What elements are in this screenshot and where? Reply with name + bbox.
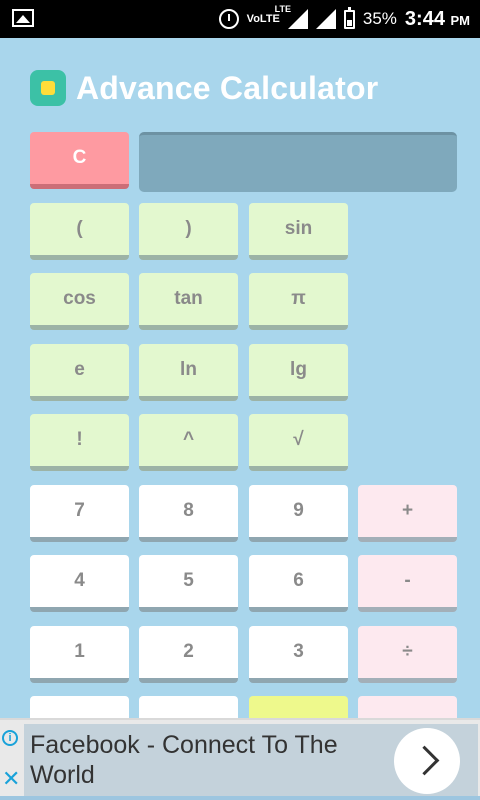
result-display [139,132,457,192]
digit-5-button[interactable]: 5 [139,555,238,612]
battery-icon [343,6,355,29]
clock: 3:44 PM [405,8,470,31]
lte-label: LTE [274,4,292,14]
app-header: Advance Calculator [30,70,378,106]
digit-8-button[interactable]: 8 [139,485,238,542]
power-button[interactable]: ^ [139,414,238,471]
status-bar: VoLTE LTE 35% 3:44 PM [0,0,480,38]
minus-button[interactable]: - [358,555,457,612]
gallery-notification-icon [12,9,34,27]
clock-time: 3:44 [404,7,445,30]
chevron-right-icon[interactable] [394,728,460,794]
cos-button[interactable]: cos [30,273,129,330]
volte-label: VoLTE [246,13,280,25]
digit-2-button[interactable]: 2 [139,626,238,683]
digit-7-button[interactable]: 7 [30,485,129,542]
volte-indicator: VoLTE LTE [246,4,291,25]
ad-info-icon[interactable]: i [2,730,18,746]
clock-ampm: PM [450,12,471,28]
alarm-icon [218,9,239,29]
clear-button[interactable]: C [30,132,129,189]
sin-button[interactable]: sin [249,203,348,260]
lg-button[interactable]: lg [249,344,348,401]
digit-6-button[interactable]: 6 [249,555,348,612]
ln-button[interactable]: ln [139,344,238,401]
app-title: Advance Calculator [76,69,379,106]
pi-button[interactable]: π [249,273,348,330]
digit-4-button[interactable]: 4 [30,555,129,612]
digit-9-button[interactable]: 9 [249,485,348,542]
signal-icon-sim2 [315,9,336,29]
calculator-app-icon [30,70,66,106]
open-paren-button[interactable]: ( [30,203,129,260]
plus-button[interactable]: + [358,485,457,542]
sqrt-button[interactable]: √ [249,414,348,471]
divide-button[interactable]: ÷ [358,626,457,683]
e-button[interactable]: e [30,344,129,401]
ad-close-icon[interactable]: ✕ [2,768,20,790]
ad-banner[interactable]: Facebook - Connect To The World [24,724,478,796]
battery-percent: 35% [362,9,397,28]
digit-3-button[interactable]: 3 [249,626,348,683]
digit-1-button[interactable]: 1 [30,626,129,683]
ad-text: Facebook - Connect To The World [30,731,338,789]
close-paren-button[interactable]: ) [139,203,238,260]
tan-button[interactable]: tan [139,273,238,330]
ad-bar: i ✕ Facebook - Connect To The World [0,718,480,800]
factorial-button[interactable]: ! [30,414,129,471]
